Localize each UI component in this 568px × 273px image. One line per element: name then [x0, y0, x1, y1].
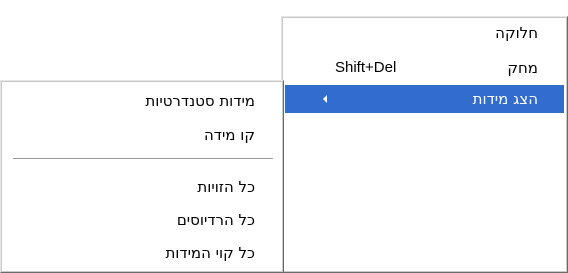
- context-menu: חלוקה Shift+Del מחק הצג מידות: [281, 16, 568, 273]
- submenu-item-all-radii[interactable]: כל הרדיוסים: [4, 206, 281, 234]
- menu-item-label: חלוקה: [495, 24, 538, 42]
- submenu-item-dimension-line[interactable]: קו מידה: [4, 121, 281, 149]
- dimensions-submenu: מידות סטנדרטיות קו מידה כל הזויות כל הרד…: [0, 80, 284, 273]
- menu-item-label: הצג מידות: [472, 90, 538, 108]
- submenu-item-all-dimension-lines[interactable]: כל קוי המידות: [4, 239, 281, 267]
- submenu-item-standard-dimensions[interactable]: מידות סטנדרטיות: [4, 87, 281, 115]
- submenu-arrow-icon: [323, 95, 327, 103]
- menu-item-label: קו מידה: [203, 126, 255, 144]
- menu-separator: [13, 158, 273, 162]
- menu-item-label: כל הזויות: [197, 178, 255, 196]
- menu-item-show-dimensions[interactable]: הצג מידות: [285, 85, 564, 113]
- menu-item-split[interactable]: חלוקה: [285, 19, 564, 47]
- menu-item-delete[interactable]: Shift+Del מחק: [285, 54, 564, 82]
- menu-item-label: כל קוי המידות: [165, 244, 255, 262]
- menu-item-label: מידות סטנדרטיות: [145, 92, 255, 110]
- shortcut-label: Shift+Del: [335, 59, 397, 76]
- menu-item-label: כל הרדיוסים: [176, 211, 255, 229]
- menu-item-label: מחק: [507, 59, 538, 77]
- submenu-item-all-angles[interactable]: כל הזויות: [4, 173, 281, 201]
